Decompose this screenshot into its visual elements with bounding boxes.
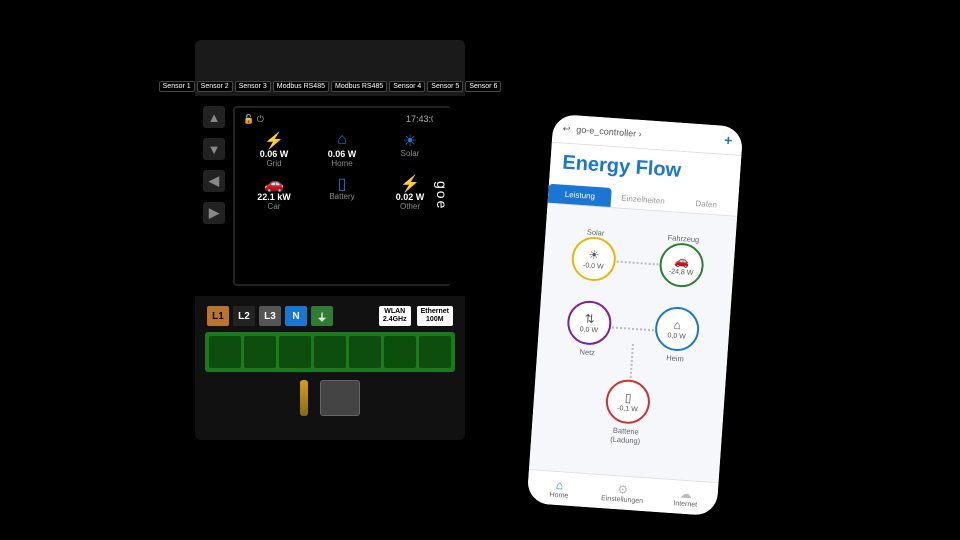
- node-solar[interactable]: Solar ☀ -0,0 W: [566, 223, 622, 282]
- node-home-label: Heim: [649, 352, 702, 365]
- node-home[interactable]: ⌂ 0,0 W Heim: [649, 305, 705, 364]
- other-label: Other: [379, 202, 441, 211]
- tile-battery: ▯ Battery: [311, 174, 373, 211]
- app-screen: ↩ go-e_controller › + Energy Flow Leistu…: [527, 114, 744, 516]
- phase-l2: L2: [233, 306, 255, 326]
- home-label: Home: [311, 159, 373, 168]
- port-label: Sensor 5: [427, 81, 463, 92]
- grid-label: Grid: [243, 159, 305, 168]
- energy-flow-diagram: Solar ☀ -0,0 W Fahrzeug 🚗 -24,8 W ⇅ 0,0 …: [529, 204, 737, 483]
- port-label: Sensor 4: [389, 81, 425, 92]
- device-screen: 🔓 ⏻ 17:43:00 ⚡ 0.06 W Grid ⌂ 0.06 W Home…: [233, 106, 451, 286]
- add-button[interactable]: +: [724, 132, 733, 149]
- car-icon: 🚗: [674, 254, 690, 269]
- other-value: 0.02 W: [379, 192, 441, 202]
- car-value: 22.1 kW: [243, 192, 305, 202]
- port-label: Sensor 2: [197, 81, 233, 92]
- back-icon[interactable]: ↩: [562, 123, 570, 134]
- wlan-line1: WLAN: [383, 308, 407, 316]
- nav-left-button[interactable]: ◀: [203, 170, 225, 192]
- node-home-value: 0,0 W: [667, 332, 686, 340]
- port-label: Modbus RS485: [273, 81, 329, 92]
- phase-n: N: [285, 306, 307, 326]
- eth-line2: 100M: [421, 316, 449, 324]
- node-battery[interactable]: ▯ -0,1 W Batterie (Ladung): [599, 378, 655, 446]
- other-icon: ⚡: [379, 174, 441, 192]
- home-value: 0.06 W: [311, 149, 373, 159]
- tile-grid: ⚡ 0.06 W Grid: [243, 131, 305, 168]
- status-icons: 🔓 ⏻: [243, 114, 264, 125]
- battery-label: Battery: [311, 192, 373, 201]
- energy-tile-grid: ⚡ 0.06 W Grid ⌂ 0.06 W Home ☀ Solar 🚗 22…: [243, 131, 441, 211]
- bottom-connectors: [195, 372, 465, 416]
- din-rail-controller: Sensor 1 Sensor 2 Sensor 3 Modbus RS485 …: [195, 40, 465, 440]
- nav-home[interactable]: ⌂ Home: [527, 476, 592, 501]
- device-face: ▲ ▼ ◀ ▶ 🔓 ⏻ 17:43:00 ⚡ 0.06 W Grid ⌂ 0.0…: [195, 96, 465, 296]
- sun-icon: ☀: [588, 248, 600, 263]
- car-icon: 🚗: [243, 174, 305, 192]
- nav-settings[interactable]: ⚙ Einstellungen: [590, 480, 655, 505]
- tile-home: ⌂ 0.06 W Home: [311, 131, 373, 168]
- node-grid-value: 0,0 W: [579, 326, 598, 334]
- nav-down-button[interactable]: ▼: [203, 138, 225, 160]
- terminal-block: [205, 332, 455, 372]
- battery-icon: ▯: [311, 174, 373, 192]
- node-vehicle-label: Fahrzeug: [657, 232, 710, 245]
- car-label: Car: [243, 202, 305, 211]
- solar-icon: ☀: [379, 131, 441, 149]
- battery-icon: ▯: [624, 391, 632, 405]
- tile-solar: ☀ Solar: [379, 131, 441, 168]
- node-battery-label: Batterie (Ladung): [599, 425, 652, 447]
- nav-button-column: ▲ ▼ ◀ ▶: [203, 106, 225, 286]
- ethernet-port: [320, 380, 360, 416]
- node-solar-value: -0,0 W: [583, 262, 604, 270]
- phone-mockup: ↩ go-e_controller › + Energy Flow Leistu…: [516, 103, 754, 527]
- home-icon: ⌂: [673, 318, 681, 332]
- grid-value: 0.06 W: [243, 149, 305, 159]
- eth-line1: Ethernet: [421, 308, 449, 316]
- node-grid-label: Netz: [561, 346, 614, 359]
- phase-l3: L3: [259, 306, 281, 326]
- node-solar-label: Solar: [569, 226, 622, 239]
- node-battery-value: -0,1 W: [617, 405, 638, 413]
- grid-icon: ⇅: [584, 312, 595, 327]
- nav-internet[interactable]: ☁ Internet: [653, 485, 718, 510]
- port-label-row: Sensor 1 Sensor 2 Sensor 3 Modbus RS485 …: [195, 40, 465, 96]
- terminal-slot: [279, 336, 311, 368]
- tile-other: ⚡ 0.02 W Other: [379, 174, 441, 211]
- phase-l1: L1: [207, 306, 229, 326]
- terminal-slot: [244, 336, 276, 368]
- port-label: Sensor 3: [235, 81, 271, 92]
- solar-label: Solar: [379, 149, 441, 158]
- tile-car: 🚗 22.1 kW Car: [243, 174, 305, 211]
- terminal-slot: [314, 336, 346, 368]
- node-grid[interactable]: ⇅ 0,0 W Netz: [561, 299, 617, 358]
- port-label: Modbus RS485: [331, 81, 387, 92]
- phase-pe: ⏚: [311, 306, 333, 326]
- port-label: Sensor 1: [159, 81, 195, 92]
- terminal-slot: [419, 336, 451, 368]
- node-vehicle-value: -24,8 W: [669, 268, 694, 277]
- port-label: Sensor 6: [465, 81, 501, 92]
- home-icon: ⌂: [311, 131, 373, 149]
- phase-label-row: L1 L2 L3 N ⏚ WLAN 2.4GHz Ethernet 100M: [195, 296, 465, 332]
- breadcrumb[interactable]: go-e_controller ›: [576, 124, 642, 139]
- node-vehicle[interactable]: Fahrzeug 🚗 -24,8 W: [654, 229, 710, 288]
- terminal-slot: [349, 336, 381, 368]
- wlan-line2: 2.4GHz: [383, 316, 407, 324]
- nav-right-button[interactable]: ▶: [203, 202, 225, 224]
- antenna-connector: [300, 380, 308, 416]
- nav-up-button[interactable]: ▲: [203, 106, 225, 128]
- ethernet-label: Ethernet 100M: [417, 306, 453, 325]
- terminal-slot: [384, 336, 416, 368]
- grid-icon: ⚡: [243, 131, 305, 149]
- brand-mark: goe: [433, 108, 451, 284]
- wlan-label: WLAN 2.4GHz: [379, 306, 411, 325]
- terminal-slot: [209, 336, 241, 368]
